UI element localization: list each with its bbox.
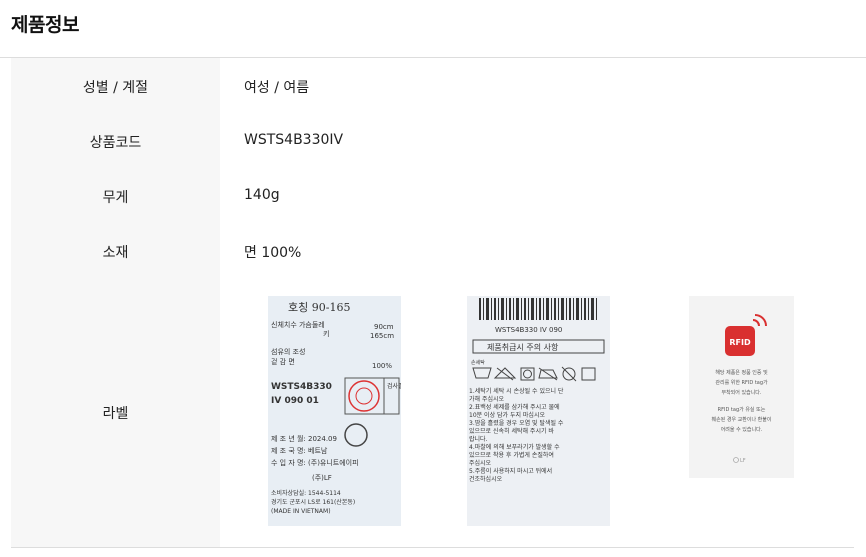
label2-line-3: 1.세탁기 세탁 시 손상될 수 있으니 단 [469, 387, 564, 395]
label1-line-0: 호칭 90-165 [288, 301, 350, 314]
label1-line-12: 제 조 국 명: 베트남 [271, 446, 328, 455]
label2-line-4: 가해 주십시오 [469, 395, 505, 403]
label2-line-14: 건조하십시오 [469, 475, 503, 483]
rfid-line-3: RFID tag가 유실 또는 [718, 406, 766, 413]
care-label-image-2: WSTS4B330 IV 090 제품취급시 주의 사항 손세탁 1.세탁기 세… [467, 296, 610, 526]
label2-line-6: 10분 이상 담가 두지 마십시오 [469, 411, 545, 419]
spec-table: 성별 / 계절 여성 / 여름 상품코드 WSTS4B330IV 무게 140g… [11, 58, 854, 547]
label1-line-6: 겉 감 면 [271, 357, 295, 366]
label1-line-8: WSTS4B330 [271, 382, 332, 392]
row-value-product-code: WSTS4B330IV [244, 132, 344, 148]
label1-line-13: 수 입 자 명: (주)유니트에이피 [271, 458, 359, 467]
row-label-label: 라벨 [102, 406, 129, 422]
label2-line-9: 랍니다. [469, 435, 488, 443]
label1-line-11: 제 조 년 월: 2024.09 [271, 434, 337, 443]
label1-line-17: (MADE IN VIETNAM) [271, 508, 331, 515]
label1-line-3: 90cm [374, 323, 394, 331]
label1-line-15: 소비자상담실: 1544-5114 [271, 489, 341, 497]
rfid-line-5: 어려울 수 있습니다. [721, 426, 763, 433]
label2-line-1: 제품취급시 주의 사항 [487, 342, 559, 352]
inspection-stamp-icon [348, 380, 380, 412]
rfid-brand: LF [740, 458, 746, 464]
label1-line-16: 경기도 군포시 LS로 161(산본동) [271, 498, 355, 506]
row-label-product-code: 상품코드 [89, 135, 142, 151]
row-label-material: 소재 [102, 245, 129, 261]
row-label-gender-season: 성별 / 계절 [82, 80, 149, 96]
label2-line-11: 있으므로 착용 후 가볍게 손질하여 [469, 451, 554, 459]
rfid-notice-image: RFID 해당 제품은 정품 인증 및 관리를 위한 RFID tag가 부착되… [689, 296, 794, 478]
rfid-line-1: 관리를 위한 RFID tag가 [715, 379, 768, 386]
label1-line-5: 섬유의 조성 [271, 347, 305, 356]
bottom-divider [11, 547, 854, 548]
label2-line-10: 4.마찰에 의해 보푸라기가 발생할 수 [469, 443, 560, 451]
label1-line-1: 신체치수 가슴둘레 [271, 320, 325, 329]
label1-line-14: (주)LF [312, 474, 332, 482]
row-value-weight: 140g [244, 187, 280, 203]
certification-seal-icon [344, 423, 368, 447]
label1-line-4: 165cm [370, 332, 394, 340]
rfid-line-4: 훼손된 경우 교환이나 환불이 [712, 416, 772, 423]
svg-text:RFID: RFID [729, 338, 751, 347]
page-title: 제품정보 [11, 14, 79, 36]
row-value-material: 면 100% [244, 245, 302, 261]
label1-line-7: 100% [372, 362, 392, 370]
rfid-line-0: 해당 제품은 정품 인증 및 [715, 369, 768, 376]
row-value-gender-season: 여성 / 여름 [244, 80, 310, 96]
label1-line-10: 검사필 [387, 382, 401, 390]
care-label-image-1: 호칭 90-165 신체치수 가슴둘레 키 90cm 165cm 섬유의 조성 … [268, 296, 401, 526]
label2-line-5: 2.표백성 세제를 삼가해 주시고 물에 [469, 403, 560, 411]
rfid-tag-icon: RFID [725, 314, 767, 356]
label2-line-2: 손세탁 [471, 359, 485, 366]
label2-line-8: 있으므로 신속히 세탁해 주시기 바 [469, 427, 554, 435]
label2-line-0: WSTS4B330 IV 090 [495, 326, 562, 334]
label2-line-7: 3.땀을 흘렸을 경우 오염 및 탈색될 수 [469, 419, 564, 427]
label1-line-2: 키 [323, 329, 329, 338]
label1-line-9: IV 090 01 [271, 396, 319, 406]
label2-line-13: 5.주름이 사용하지 마시고 뒤에서 [469, 467, 552, 475]
label2-line-12: 주십시오 [469, 459, 492, 467]
barcode-icon [479, 298, 597, 320]
rfid-line-2: 부착되어 있습니다. [722, 389, 762, 396]
lf-logo-icon [733, 457, 739, 463]
laundry-symbols-icon [472, 366, 596, 382]
row-label-weight: 무게 [102, 190, 129, 206]
